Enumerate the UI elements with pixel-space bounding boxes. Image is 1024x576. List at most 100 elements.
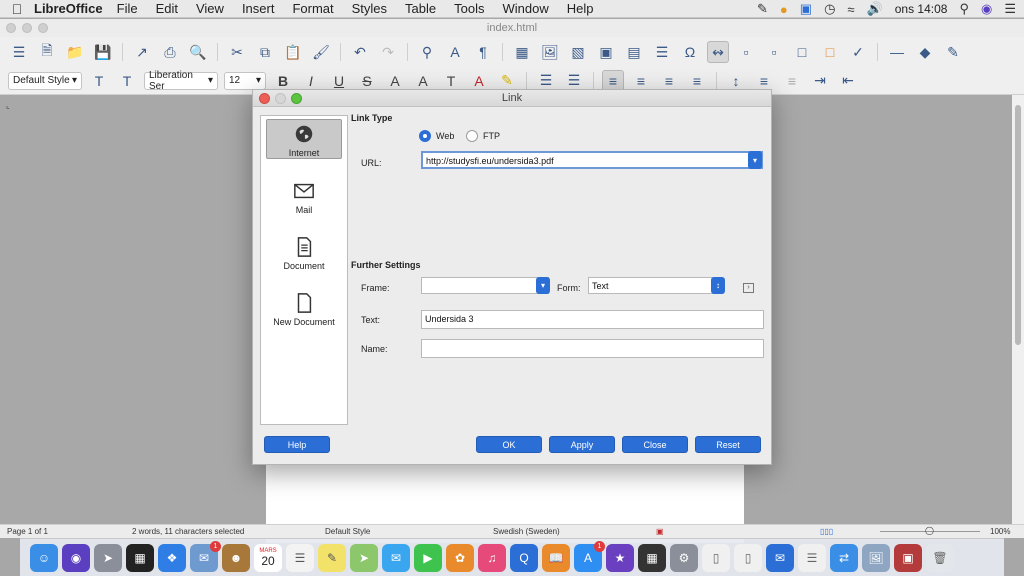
calendar-icon[interactable]: MARS 20 (254, 543, 282, 572)
finder-icon[interactable]: ☺ (30, 543, 58, 572)
photos-icon[interactable]: ✿ (446, 543, 474, 572)
basic-shapes-icon[interactable]: ◆ (914, 41, 936, 63)
insert-image-icon[interactable]: 🖼 (539, 41, 561, 63)
books-icon[interactable]: 📖 (542, 543, 570, 572)
ring-icon[interactable]: ● (780, 2, 788, 17)
trash-icon[interactable]: 🗑 (926, 543, 954, 572)
ok-button[interactable]: OK (476, 436, 542, 453)
insert-comment-icon[interactable]: □ (819, 41, 841, 63)
quicktime-icon[interactable]: Q (510, 543, 538, 572)
clone-formatting-icon[interactable]: 🖌 (310, 41, 332, 63)
sidebar-toggle-icon[interactable]: ☰ (8, 41, 30, 63)
app-store-icon[interactable]: A1 (574, 540, 605, 572)
font-size-combo[interactable]: 12 ▾ (224, 71, 266, 90)
apply-button[interactable]: Apply (549, 436, 615, 453)
insert-table-icon[interactable]: ▦ (511, 41, 533, 63)
imovie-icon[interactable]: ★ (606, 543, 634, 572)
mail-client-icon[interactable]: ✉ (766, 543, 794, 572)
sidebar-item-new-document[interactable]: New Document (266, 287, 342, 327)
preview-icon[interactable]: 🖼 (862, 543, 890, 572)
insert-page-break-icon[interactable]: ▤ (623, 41, 645, 63)
frame-dropdown-chevron-icon[interactable]: ▾ (536, 277, 550, 294)
contacts-icon[interactable]: ☻ (222, 543, 250, 572)
track-changes-icon[interactable]: ✓ (847, 41, 869, 63)
ftp-radio[interactable] (466, 130, 478, 142)
spelling-icon[interactable]: A (444, 41, 466, 63)
zoom-level[interactable]: 100% (990, 527, 1010, 536)
menu-styles[interactable]: Styles (352, 1, 387, 16)
events-button-icon[interactable]: › (743, 283, 754, 293)
clock[interactable]: ons 14:08 (895, 2, 948, 16)
frame-combo[interactable] (421, 277, 549, 294)
font-name-combo[interactable]: Liberation Ser ▾ (144, 70, 218, 92)
sidebar-item-internet[interactable]: Internet (266, 119, 342, 159)
apple-menu-icon[interactable]:  (0, 1, 34, 17)
wifi-icon[interactable]: ≈ (847, 2, 854, 17)
close-button[interactable]: Close (622, 436, 688, 453)
redo-icon[interactable]: ↷ (377, 41, 399, 63)
pen-icon[interactable]: ✎ (757, 1, 768, 17)
sidebar-item-mail[interactable]: Mail (266, 175, 342, 215)
new-style-icon[interactable]: T (116, 70, 138, 92)
help-button[interactable]: Help (264, 436, 330, 453)
form-select-updown-icon[interactable]: ↕ (711, 277, 725, 294)
page-style[interactable]: Default Style (325, 527, 370, 536)
sidebar-item-document[interactable]: Document (266, 231, 342, 271)
update-style-icon[interactable]: T (88, 70, 110, 92)
export-pdf-icon[interactable]: ↗ (131, 41, 153, 63)
window-zoom-button[interactable] (38, 23, 48, 33)
window-close-button[interactable] (6, 23, 16, 33)
facetime-icon[interactable]: ▶ (414, 543, 442, 572)
menu-help[interactable]: Help (567, 1, 594, 16)
text-input[interactable]: Undersida 3 (421, 310, 764, 329)
insert-field-icon[interactable]: ☰ (651, 41, 673, 63)
insert-endnote-icon[interactable]: ▫ (763, 41, 785, 63)
dialog-close-button[interactable] (259, 93, 270, 104)
word-count[interactable]: 2 words, 11 characters selected (132, 527, 244, 536)
menu-window[interactable]: Window (502, 1, 548, 16)
special-character-icon[interactable]: Ω (679, 41, 701, 63)
scrollbar-thumb[interactable] (1015, 105, 1021, 345)
safari-icon[interactable]: ❖ (158, 543, 186, 572)
menu-table[interactable]: Table (405, 1, 436, 16)
window-minimize-button[interactable] (22, 23, 32, 33)
undo-icon[interactable]: ↶ (349, 41, 371, 63)
name-input[interactable] (421, 339, 764, 358)
notes-icon[interactable]: ✎ (318, 543, 346, 572)
dialog-zoom-button[interactable] (291, 93, 302, 104)
mission-control-icon[interactable]: ▦ (126, 543, 154, 572)
siri-icon[interactable]: ◉ (62, 543, 90, 572)
insert-footnote-icon[interactable]: ▫ (735, 41, 757, 63)
form-select[interactable]: Text (588, 277, 723, 294)
menu-view[interactable]: View (196, 1, 224, 16)
menu-tools[interactable]: Tools (454, 1, 484, 16)
document-modified-icon[interactable]: ▣ (656, 527, 664, 536)
draw-functions-icon[interactable]: ✎ (942, 41, 964, 63)
formatting-marks-icon[interactable]: ¶ (472, 41, 494, 63)
menu-insert[interactable]: Insert (242, 1, 275, 16)
decrease-paragraph-spacing-icon[interactable]: ≡ (781, 70, 803, 92)
reset-button[interactable]: Reset (695, 436, 761, 453)
save-icon[interactable]: 💾 (92, 41, 114, 63)
insert-hyperlink-icon[interactable]: ↭ (707, 41, 729, 63)
spotlight-icon[interactable]: ⚲ (959, 1, 969, 17)
messages-icon[interactable]: ✉ (382, 543, 410, 572)
url-dropdown-chevron-icon[interactable]: ▾ (748, 151, 762, 169)
copy-icon[interactable]: ⧉ (254, 41, 276, 63)
insert-chart-icon[interactable]: ▧ (567, 41, 589, 63)
cut-icon[interactable]: ✂ (226, 41, 248, 63)
page-count[interactable]: Page 1 of 1 (7, 527, 48, 536)
document-file-icon[interactable]: ▯ (734, 543, 762, 572)
maps-icon[interactable]: ➤ (350, 543, 378, 572)
url-input[interactable]: http://studysfi.eu/undersida3.pdf (421, 151, 763, 169)
launchpad-icon[interactable]: ➤ (94, 543, 122, 572)
mail-app-icon[interactable]: ✉ 1 (190, 540, 221, 572)
menu-edit[interactable]: Edit (156, 1, 178, 16)
teamviewer-icon[interactable]: ⇄ (830, 543, 858, 572)
web-radio[interactable] (419, 130, 431, 142)
new-document-icon[interactable]: 🗎 (36, 41, 58, 63)
insert-line-icon[interactable]: — (886, 41, 908, 63)
find-replace-icon[interactable]: ⚲ (416, 41, 438, 63)
photo-booth-icon[interactable]: ▣ (894, 543, 922, 572)
siri-icon[interactable]: ◉ (981, 1, 992, 17)
